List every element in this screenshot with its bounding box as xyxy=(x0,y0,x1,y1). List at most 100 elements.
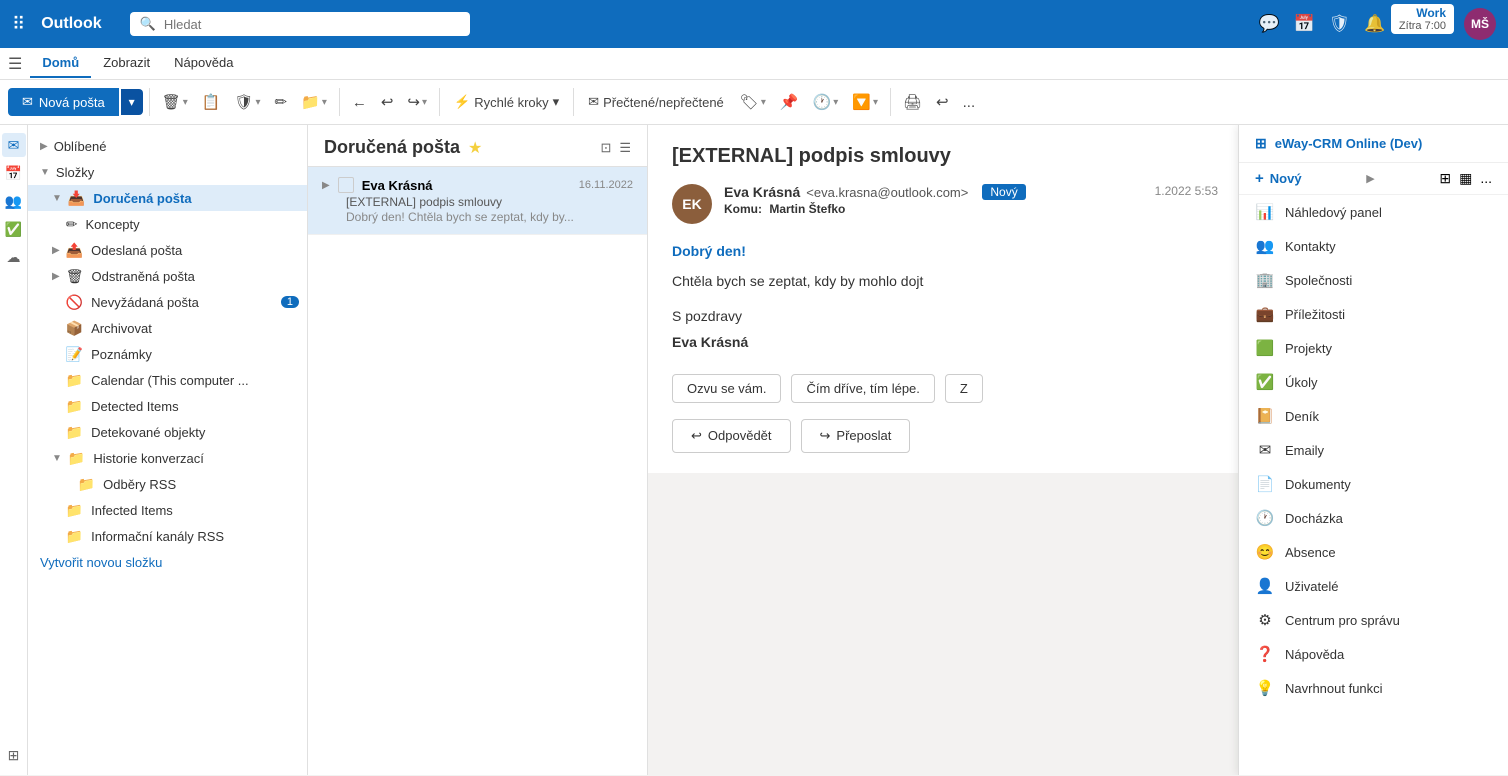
mail-checkbox[interactable] xyxy=(338,177,354,193)
shield-btn[interactable]: 🛡 ▾ xyxy=(228,89,266,115)
create-folder[interactable]: Vytvořit novou složku xyxy=(28,549,307,576)
forward-btn[interactable]: ↪ ▾ xyxy=(401,89,433,115)
eway-item-spolecnosti[interactable]: 🏢 Společnosti xyxy=(1239,263,1508,297)
nav-mail[interactable]: ✉ xyxy=(2,133,26,157)
search-box[interactable]: 🔍 xyxy=(130,12,470,36)
forward-button[interactable]: ↪ Přeposlat xyxy=(801,419,911,453)
nav-people[interactable]: 👥 xyxy=(2,189,26,213)
new-email-button[interactable]: ✉ Nová pošta xyxy=(8,88,119,116)
ribbon-hamburger[interactable]: ☰ xyxy=(8,54,22,74)
eway-new-row[interactable]: + Nový ▶ ⊞ ▦ ... xyxy=(1239,163,1508,195)
sidebar-item-odstranena[interactable]: ▶ 🗑 Odstraněná pošta xyxy=(28,263,307,289)
new-email-dropdown[interactable]: ▾ xyxy=(121,89,143,115)
sort-mail-icon[interactable]: ☰ xyxy=(619,140,631,156)
eway-table-icon[interactable]: ▦ xyxy=(1459,170,1472,187)
eway-item-dokumenty[interactable]: 📄 Dokumenty xyxy=(1239,467,1508,501)
avatar[interactable]: MŠ xyxy=(1464,8,1496,40)
quick-reply-1[interactable]: Ozvu se vám. xyxy=(672,374,781,403)
sidebar-item-informacnikanaly[interactable]: ▶ 📁 Informační kanály RSS xyxy=(28,523,307,549)
print-btn[interactable]: 🖨 xyxy=(897,89,928,115)
email-reply-bar: ↩ Odpovědět ↪ Přeposlat xyxy=(672,419,1218,453)
sidebar-item-nevyzadana[interactable]: ▶ 🚫 Nevyžádaná pošta 1 xyxy=(28,289,307,315)
sidebar-item-koncepty[interactable]: ▶ ✏ Koncepty xyxy=(28,211,307,237)
sidebar-item-poznamky[interactable]: ▶ 📝 Poznámky xyxy=(28,341,307,367)
sidebar-item-historiekonverzaci[interactable]: ▼ 📁 Historie konverzací xyxy=(28,445,307,471)
eway-item-nahledovypanel[interactable]: 📊 Náhledový panel xyxy=(1239,195,1508,229)
tags-btn[interactable]: 🏷 ▾ xyxy=(734,89,772,115)
app-grid-icon[interactable]: ⠿ xyxy=(12,14,25,35)
search-input[interactable] xyxy=(164,17,460,32)
tab-zobrazit[interactable]: Zobrazit xyxy=(91,49,162,78)
eway-item-emaily[interactable]: ✉ Emaily xyxy=(1239,433,1508,467)
eway-grid-icon[interactable]: ⊞ xyxy=(1439,170,1451,187)
eway-label-dochazka: Docházka xyxy=(1285,511,1343,526)
filter-btn[interactable]: 🔽 ▾ xyxy=(846,89,884,115)
sidebar-item-slozky[interactable]: ▼ Složky xyxy=(28,159,307,185)
reply-btn[interactable]: ↩ xyxy=(375,89,400,115)
more-btn[interactable]: ... xyxy=(957,90,982,115)
quick-reply-3[interactable]: Z xyxy=(945,374,983,403)
sidebar-item-archivovat[interactable]: ▶ 📦 Archivovat xyxy=(28,315,307,341)
tag-btn[interactable]: ✏ xyxy=(269,89,294,115)
eway-item-centrum[interactable]: ⚙ Centrum pro správu xyxy=(1239,603,1508,637)
folder-icon-archivovat: 📦 xyxy=(66,320,83,337)
eway-opportunities-icon: 💼 xyxy=(1255,305,1275,323)
eway-item-ukoly[interactable]: ✅ Úkoly xyxy=(1239,365,1508,399)
tab-domu[interactable]: Domů xyxy=(30,49,91,78)
sidebar-item-calendar[interactable]: ▶ 📁 Calendar (This computer ... xyxy=(28,367,307,393)
calendar-icon[interactable]: 📅 xyxy=(1294,14,1315,34)
nav-onedrive[interactable]: ☁ xyxy=(2,245,26,269)
reply-button[interactable]: ↩ Odpovědět xyxy=(672,419,791,453)
quick-reply-2[interactable]: Čím dříve, tím lépe. xyxy=(791,374,934,403)
new-email-label: Nová pošta xyxy=(39,95,105,110)
eway-label-nahledovypanel: Náhledový panel xyxy=(1285,205,1382,220)
eway-diary-icon: 📔 xyxy=(1255,407,1275,425)
move-btn[interactable]: 📁 ▾ xyxy=(295,89,333,115)
sidebar-label-archivovat: Archivovat xyxy=(91,321,152,336)
email-new-badge: Nový xyxy=(982,184,1025,200)
eway-more-icon[interactable]: ... xyxy=(1480,170,1492,187)
sidebar-item-oblibene[interactable]: ▶ Oblíbené xyxy=(28,133,307,159)
eway-item-kontakty[interactable]: 👥 Kontakty xyxy=(1239,229,1508,263)
eway-item-denik[interactable]: 📔 Deník xyxy=(1239,399,1508,433)
eway-item-prilezitosti[interactable]: 💼 Příležitosti xyxy=(1239,297,1508,331)
eway-item-absence[interactable]: 😊 Absence xyxy=(1239,535,1508,569)
sidebar-badge-nevyzadana: 1 xyxy=(281,296,299,308)
star-icon[interactable]: ★ xyxy=(468,138,482,158)
sidebar-item-odberyrss[interactable]: ▶ 📁 Odběry RSS xyxy=(28,471,307,497)
reminder-btn[interactable]: 🕐 ▾ xyxy=(807,89,845,115)
archive-btn[interactable]: 📋 xyxy=(196,89,227,115)
nav-calendar[interactable]: 📅 xyxy=(2,161,26,185)
filter-mail-icon[interactable]: ⊡ xyxy=(600,140,611,156)
ribbon-bar: ☰ Domů Zobrazit Nápověda ✉ Nová pošta ▾ … xyxy=(0,48,1508,125)
eway-item-uzivatele[interactable]: 👤 Uživatelé xyxy=(1239,569,1508,603)
nav-tasks[interactable]: ✅ xyxy=(2,217,26,241)
shield-icon[interactable]: 🛡 xyxy=(1329,14,1351,34)
chat-icon[interactable]: 💬 xyxy=(1258,14,1279,34)
sidebar-item-odeslana[interactable]: ▶ 📤 Odeslaná pošta xyxy=(28,237,307,263)
nav-apps[interactable]: ⊞ xyxy=(2,743,26,767)
rychle-kroky-btn[interactable]: ⚡ Rychlé kroky ▾ xyxy=(446,90,567,114)
eway-new-arrow: ▶ xyxy=(1366,172,1374,185)
eway-item-napoveda[interactable]: ❓ Nápověda xyxy=(1239,637,1508,671)
sidebar-label-informacnikanaly: Informační kanály RSS xyxy=(91,529,224,544)
sidebar-item-detekovaneobjekty[interactable]: ▶ 📁 Detekované objekty xyxy=(28,419,307,445)
pin-btn[interactable]: 📌 xyxy=(774,89,805,115)
ribbon-sep-1 xyxy=(149,88,150,116)
bell-icon[interactable]: 🔔 xyxy=(1364,14,1385,34)
reply-back-btn[interactable]: ← xyxy=(346,90,373,115)
eway-item-projekty[interactable]: 🟩 Projekty xyxy=(1239,331,1508,365)
delete-btn[interactable]: 🗑 ▾ xyxy=(156,89,194,115)
eway-item-navrhnout[interactable]: 💡 Navrhnout funkci xyxy=(1239,671,1508,705)
email-to-label: Komu: xyxy=(724,202,762,216)
prectene-btn[interactable]: ✉ Přečtené/nepřečtené xyxy=(580,90,732,114)
sidebar-item-dorucena[interactable]: ▼ 📥 Doručená pošta xyxy=(28,185,307,211)
tab-napoveda[interactable]: Nápověda xyxy=(162,49,245,78)
eway-item-dochazka[interactable]: 🕐 Docházka xyxy=(1239,501,1508,535)
folder-icon-detekovaneobjekty: 📁 xyxy=(66,424,83,441)
sidebar-item-infected[interactable]: ▶ 📁 Infected Items xyxy=(28,497,307,523)
undo-btn[interactable]: ↩ xyxy=(930,89,955,115)
sidebar-item-detected[interactable]: ▶ 📁 Detected Items xyxy=(28,393,307,419)
mail-item[interactable]: ▶ Eva Krásná 16.11.2022 [EXTERNAL] podpi… xyxy=(308,167,647,235)
eway-label-denik: Deník xyxy=(1285,409,1319,424)
